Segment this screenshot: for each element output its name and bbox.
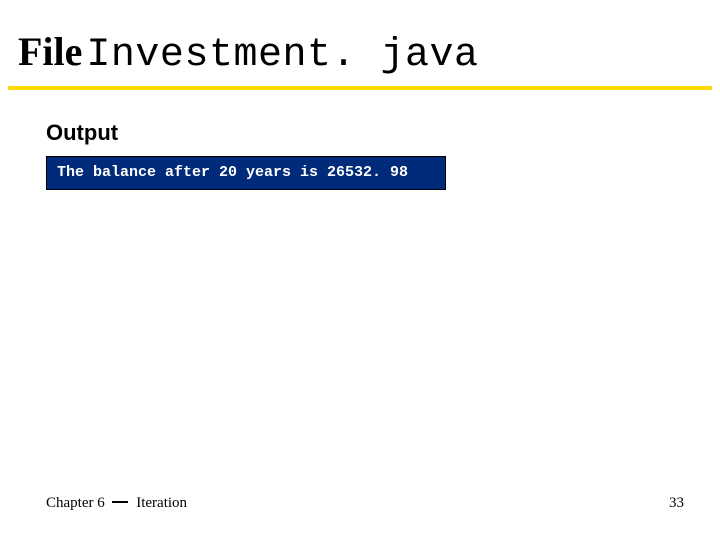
footer-chapter: Chapter 6 Iteration [46, 495, 187, 512]
output-box: The balance after 20 years is 26532. 98 [46, 156, 446, 190]
page-number: 33 [669, 495, 684, 512]
slide: File Investment. java Output The balance… [0, 0, 720, 540]
title-filename: Investment. java [86, 33, 478, 78]
title-underline [8, 86, 712, 90]
output-heading: Output [46, 120, 118, 146]
footer-chapter-topic: Iteration [136, 495, 187, 511]
footer-separator-icon [112, 501, 128, 503]
footer-chapter-number: Chapter 6 [46, 495, 105, 511]
title-prefix: File [18, 29, 82, 74]
output-text: The balance after 20 years is 26532. 98 [57, 164, 408, 181]
slide-title: File Investment. java [18, 28, 702, 86]
